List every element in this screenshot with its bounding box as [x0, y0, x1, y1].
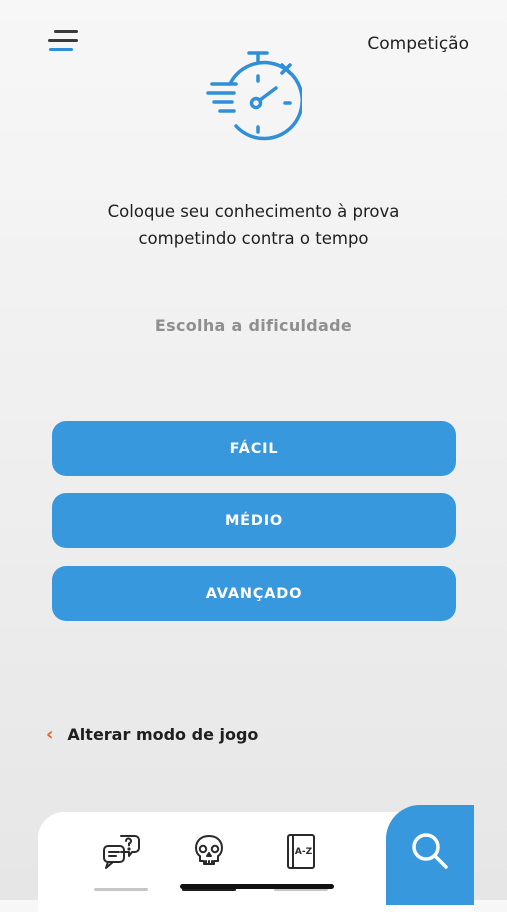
quiz-chat-icon [103, 835, 140, 869]
easy-button[interactable]: FÁCIL [52, 421, 456, 476]
tagline-line: Coloque seu conhecimento à prova [107, 202, 400, 221]
search-button[interactable] [386, 805, 474, 905]
nav-item-quiz[interactable] [94, 832, 148, 896]
mode-title: Competição [367, 34, 469, 54]
menu-icon-line [48, 39, 78, 42]
tagline: Coloque seu conhecimento à prova competi… [0, 198, 507, 252]
tagline-line: competindo contra o tempo [138, 229, 369, 248]
menu-button[interactable] [46, 28, 82, 54]
chevron-left-icon: ‹ [46, 724, 54, 745]
dictionary-icon-text: A-Z [295, 847, 313, 857]
change-game-mode-link[interactable]: ‹ Alterar modo de jogo [46, 724, 258, 745]
change-game-mode-label: Alterar modo de jogo [67, 725, 259, 744]
advanced-button[interactable]: AVANÇADO [52, 566, 456, 621]
dictionary-icon: A-Z [287, 834, 315, 869]
medium-button[interactable]: MÉDIO [52, 493, 456, 548]
menu-icon-line [54, 30, 78, 33]
skull-icon [195, 835, 223, 865]
search-icon [412, 833, 448, 869]
stopwatch-icon [206, 51, 302, 141]
nav-indicator [94, 888, 148, 891]
menu-icon-line [49, 48, 73, 51]
difficulty-label: Escolha a dificuldade [154, 316, 353, 335]
home-indicator [180, 884, 334, 889]
